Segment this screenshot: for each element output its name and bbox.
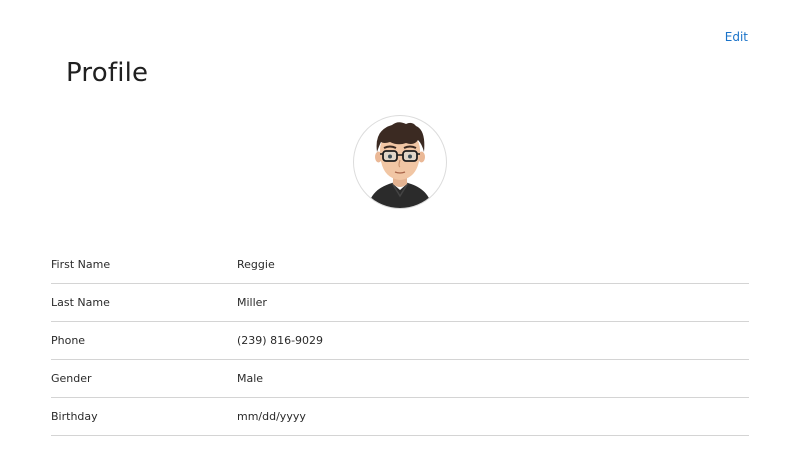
field-value: Male <box>237 372 264 385</box>
field-value: Miller <box>237 296 267 309</box>
field-label: First Name <box>51 258 111 271</box>
profile-page: Edit Profile First Name Reggie Last Name… <box>0 0 800 450</box>
field-first-name: First Name Reggie <box>51 246 749 284</box>
field-label: Last Name <box>51 296 110 309</box>
field-gender: Gender Male <box>51 360 749 398</box>
field-label: Gender <box>51 372 92 385</box>
field-label: Phone <box>51 334 86 347</box>
field-birthday: Birthday mm/dd/yyyy <box>51 398 749 436</box>
field-value: Reggie <box>237 258 275 271</box>
field-last-name: Last Name Miller <box>51 284 749 322</box>
avatar <box>353 115 447 209</box>
field-phone: Phone (239) 816-9029 <box>51 322 749 360</box>
avatar-icon <box>368 122 432 208</box>
field-value: mm/dd/yyyy <box>237 410 306 423</box>
edit-button[interactable]: Edit <box>725 30 748 44</box>
profile-details: First Name Reggie Last Name Miller Phone… <box>51 246 749 436</box>
field-value: (239) 816-9029 <box>237 334 324 347</box>
page-title: Profile <box>66 58 149 88</box>
field-label: Birthday <box>51 410 98 423</box>
